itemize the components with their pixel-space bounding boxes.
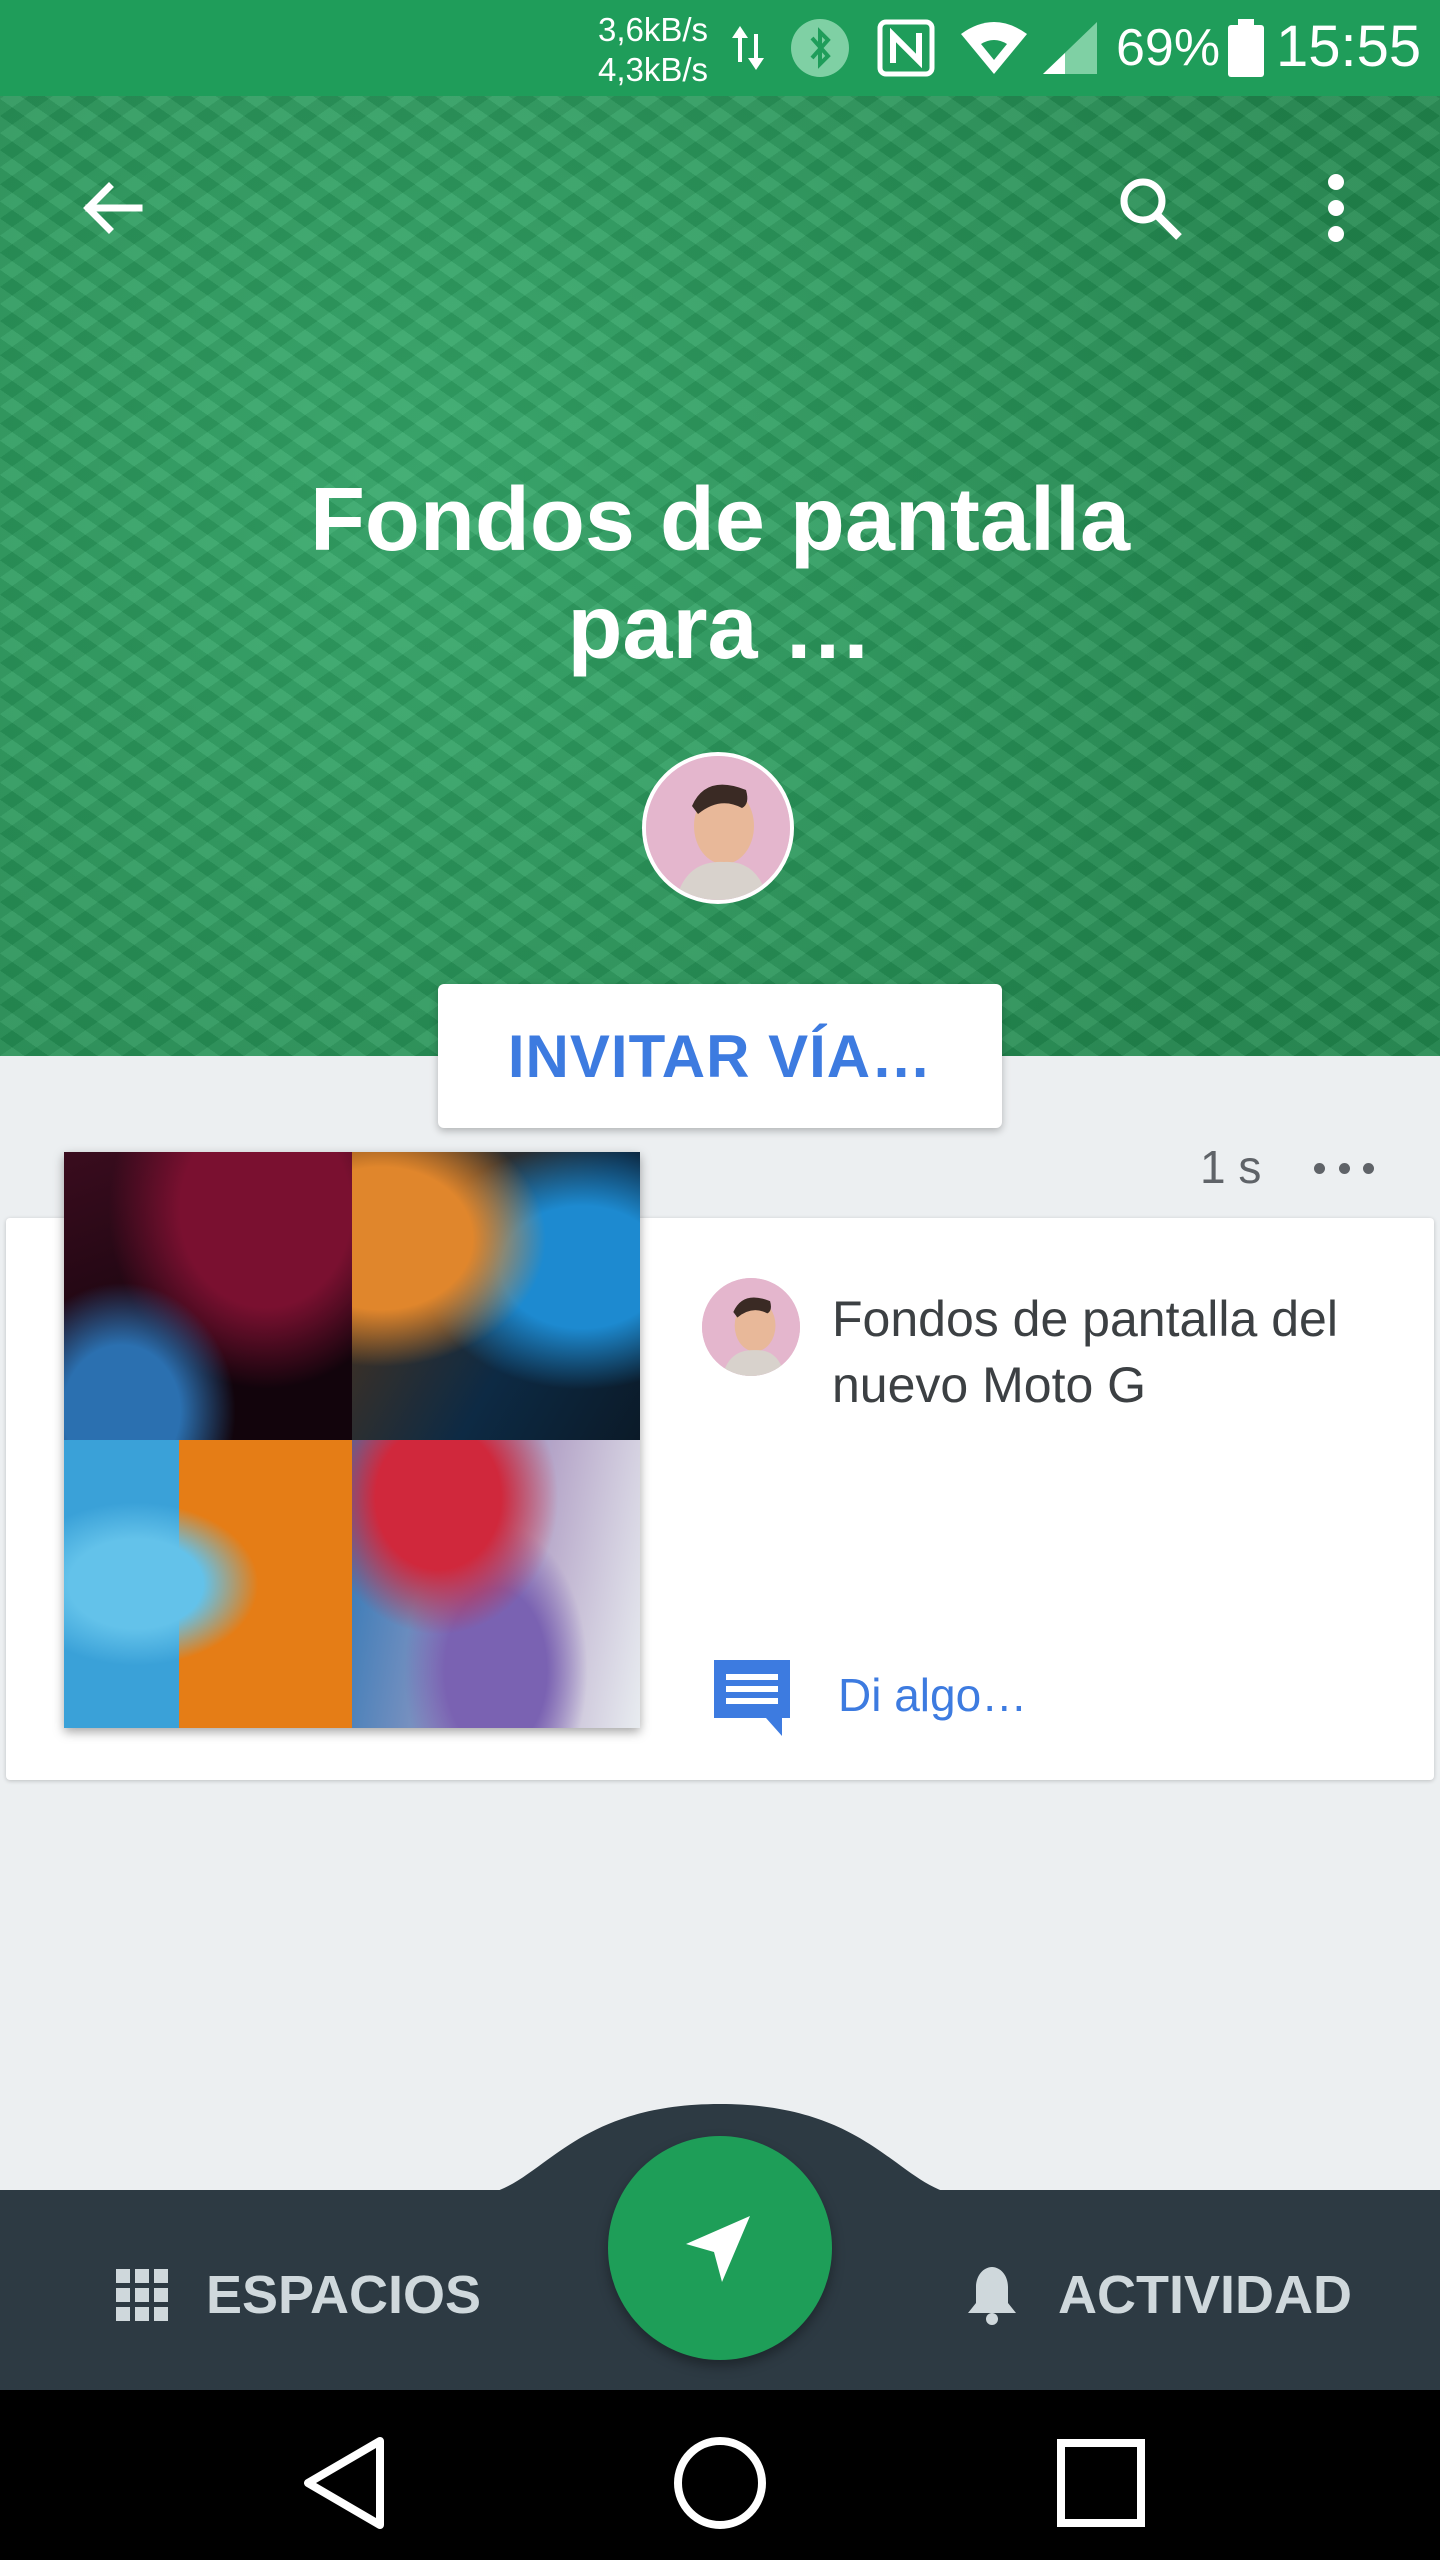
post-title: Fondos de pantalla del nuevo Moto G	[832, 1291, 1338, 1413]
activity-tab-label: ACTIVIDAD	[1058, 2265, 1352, 2325]
recents-square-icon	[1057, 2439, 1145, 2527]
post-more-icon[interactable]	[1314, 1148, 1374, 1188]
invite-via-button[interactable]: INVITAR VÍA…	[438, 984, 1002, 1128]
nfc-icon	[876, 18, 936, 78]
comment-icon[interactable]	[710, 1654, 794, 1738]
wifi-icon	[958, 18, 1030, 78]
wallpaper-thumb-2	[352, 1152, 640, 1440]
search-icon	[1120, 178, 1182, 240]
nav-recents-button[interactable]	[1046, 2428, 1156, 2538]
battery-percent: 69%	[1116, 19, 1221, 77]
clock: 15:55	[1276, 14, 1422, 79]
post-author-avatar[interactable]	[702, 1278, 800, 1376]
activity-tab[interactable]: ACTIVIDAD	[964, 2260, 1352, 2330]
space-title: Fondos de pantalla para …	[309, 470, 1131, 678]
signal-icon	[1040, 18, 1100, 78]
post-image-collage[interactable]	[64, 1152, 640, 1728]
status-bar: 3,6kB/s 4,3kB/s 69% 15:55	[0, 0, 1440, 96]
space-header: Fondos de pantalla para …	[0, 96, 1440, 1056]
back-triangle-icon	[304, 2437, 384, 2529]
arrow-back-icon	[83, 182, 143, 234]
send-fab[interactable]	[608, 2136, 832, 2360]
more-vert-icon	[1328, 174, 1344, 242]
bluetooth-icon	[788, 18, 852, 78]
back-button[interactable]	[64, 160, 160, 256]
spaces-tab-label: ESPACIOS	[206, 2265, 482, 2325]
wallpaper-thumb-4	[352, 1440, 640, 1728]
net-up: 3,6kB/s	[598, 11, 709, 48]
nav-back-button[interactable]	[290, 2428, 400, 2538]
wallpaper-thumb-1	[64, 1152, 352, 1440]
home-circle-icon	[674, 2437, 766, 2529]
space-owner-avatar[interactable]	[642, 752, 794, 904]
grid-icon	[116, 2269, 168, 2321]
net-down: 4,3kB/s	[598, 51, 709, 88]
wallpaper-thumb-3	[64, 1440, 352, 1728]
nav-home-button[interactable]	[665, 2428, 775, 2538]
spaces-tab[interactable]: ESPACIOS	[116, 2260, 481, 2330]
battery-icon	[1226, 18, 1266, 78]
network-speed: 3,6kB/s 4,3kB/s	[598, 10, 708, 90]
more-options-button[interactable]	[1288, 160, 1384, 256]
bell-icon	[968, 2267, 1016, 2325]
send-icon	[686, 2216, 750, 2282]
search-button[interactable]	[1102, 160, 1198, 256]
comment-input-link[interactable]: Di algo…	[838, 1668, 1027, 1722]
data-arrows-icon	[728, 18, 768, 78]
post-time: 1 s	[1200, 1141, 1262, 1193]
